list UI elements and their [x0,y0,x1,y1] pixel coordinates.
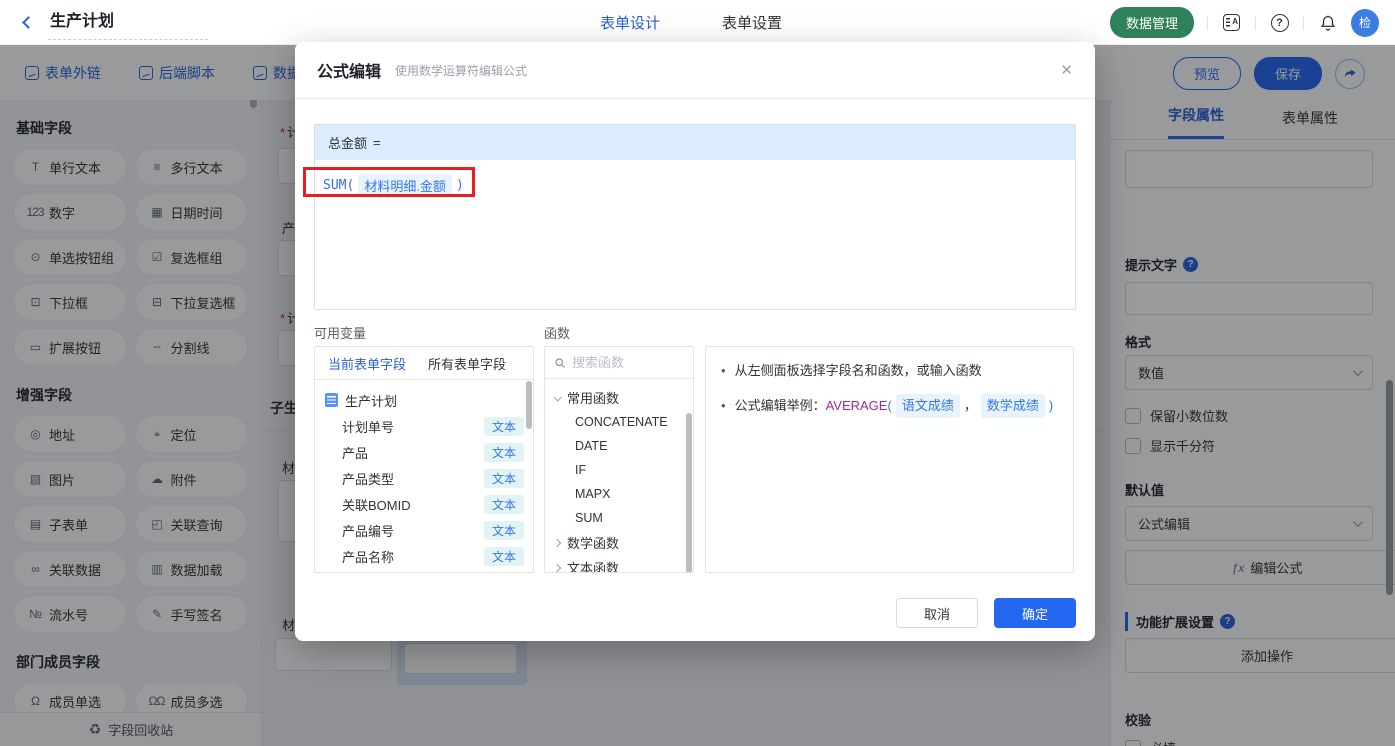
help-icon[interactable] [1269,12,1290,33]
page-title: 生产计划 [50,12,115,30]
contacts-icon[interactable] [1221,12,1242,33]
data-manage-button[interactable]: 数据管理 [1109,7,1194,38]
variables-panel: 当前表单字段 所有表单字段 生产计划 计划单号 文本 产品 文本 产品类型 文本… [314,346,534,573]
variables-label: 可用变量 [314,326,367,341]
back-button[interactable] [16,10,40,34]
help-line-2-label: 公式编辑举例： [734,398,826,413]
example-function: AVERAGE [825,398,888,413]
cancel-button[interactable]: 取消 [896,598,978,628]
function-search[interactable] [545,347,693,379]
tab-current-form-fields[interactable]: 当前表单字段 [315,354,406,373]
functions-scrollbar[interactable] [686,413,692,572]
modal-title: 公式编辑 [317,64,382,81]
notification-bell-icon[interactable] [1317,12,1338,33]
close-icon[interactable]: ✕ [1060,61,1073,79]
example-field-chip: 语文成绩 [895,394,960,418]
tab-all-form-fields[interactable]: 所有表单字段 [406,354,506,373]
function-item[interactable]: IF [545,458,693,482]
example-field-chip: 数学成绩 [980,394,1045,418]
type-badge: 文本 [483,520,524,540]
function-group-common[interactable]: 常用函数 [545,385,693,410]
type-badge: 文本 [483,468,524,488]
chevron-right-icon [552,538,562,547]
form-title-wrap[interactable]: 生产计划 [48,5,208,40]
search-icon [555,357,565,368]
type-badge: 文本 [483,442,524,462]
formula-help-panel: • 从左侧面板选择字段名和函数，或输入函数 • 公式编辑举例： AVERAGE … [705,346,1074,573]
variable-row[interactable]: 产品 文本 [315,439,533,465]
type-badge: 文本 [483,546,524,566]
tab-form-settings[interactable]: 表单设置 [722,12,782,33]
function-item[interactable]: MAPX [545,482,693,506]
divider [1207,15,1208,30]
variable-row[interactable]: 产品编号 文本 [315,517,533,543]
formula-editor-modal: 公式编辑 使用数学运算符编辑公式 ✕ 总金额 = SUM( 材料明细.金额 ) 可… [295,42,1095,641]
type-badge: 文本 [483,416,524,436]
variable-tree-root[interactable]: 生产计划 [315,387,533,413]
red-highlight-annotation [303,167,475,197]
formula-box: 总金额 = SUM( 材料明细.金额 ) [303,124,1076,310]
function-group[interactable]: 数学函数 [545,530,693,555]
variable-row[interactable]: 产品类型 文本 [315,465,533,491]
form-doc-icon [325,393,338,407]
variables-scrollbar[interactable] [526,381,532,429]
chevron-down-icon [553,392,562,402]
functions-label: 函数 [544,326,571,341]
function-group[interactable]: 文本函数 [545,555,693,572]
function-search-input[interactable] [572,355,672,370]
back-chevron-icon [21,15,35,29]
help-line-1: 从左侧面板选择字段名和函数，或输入函数 [734,363,982,378]
function-item[interactable]: CONCATENATE [545,410,693,434]
function-item[interactable]: DATE [545,434,693,458]
type-badge: 文本 [483,494,524,514]
formula-target-bar: 总金额 = [315,125,1075,160]
divider [1303,15,1304,30]
top-nav: 生产计划 表单设计 表单设置 数据管理 检 [0,0,1395,45]
chevron-right-icon [552,563,562,572]
confirm-button[interactable]: 确定 [994,598,1076,628]
divider [1255,15,1256,30]
nav-tabs: 表单设计 表单设置 [600,0,782,45]
tab-form-design[interactable]: 表单设计 [600,12,660,33]
function-item[interactable]: SUM [545,506,693,530]
modal-subtitle: 使用数学运算符编辑公式 [395,63,528,78]
formula-editor-area[interactable]: SUM( 材料明细.金额 ) [303,160,1075,309]
variable-row[interactable]: 产品名称 文本 [315,543,533,569]
functions-panel: 常用函数 CONCATENATE DATE IF MAPX SU [544,346,694,573]
avatar[interactable]: 检 [1351,8,1379,37]
variable-row[interactable]: 关联BOMID 文本 [315,491,533,517]
variable-row[interactable]: 计划单号 文本 [315,413,533,439]
